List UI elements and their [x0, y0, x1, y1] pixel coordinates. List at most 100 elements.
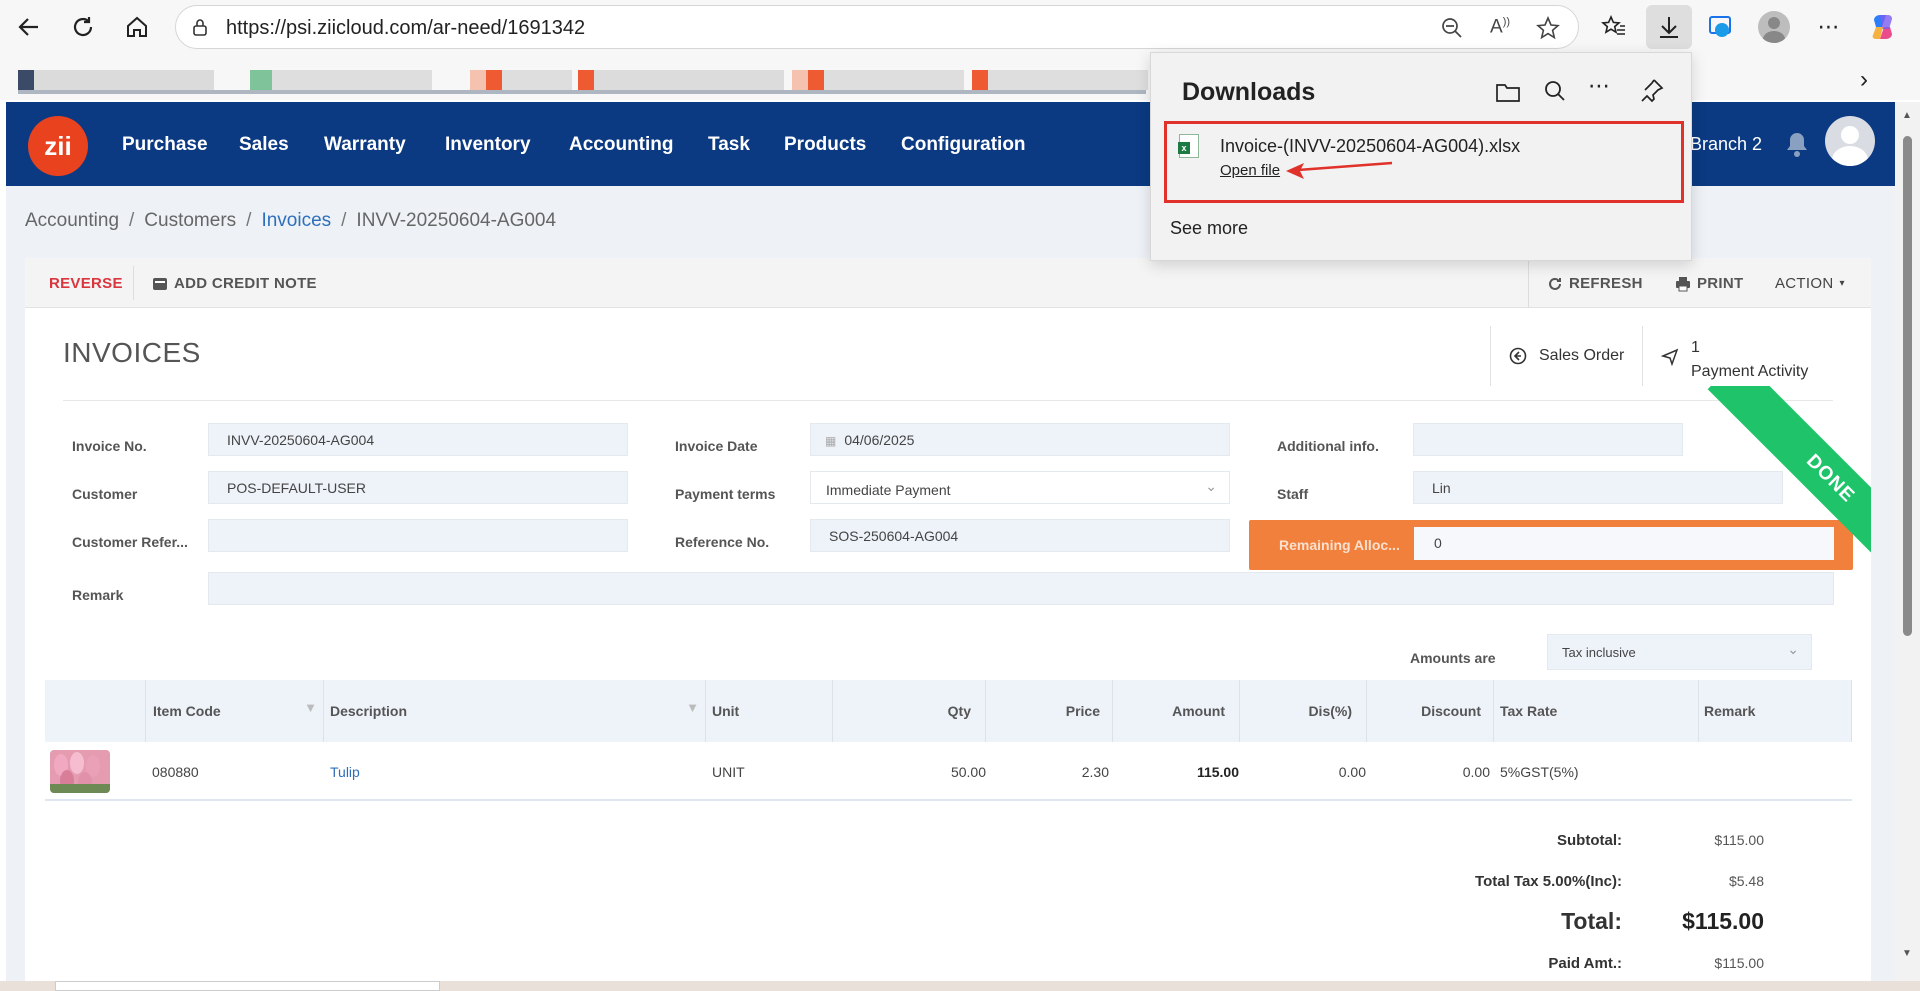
profile-avatar-icon	[1758, 11, 1790, 43]
cell-item-code: 080880	[152, 764, 199, 780]
remark-field[interactable]	[208, 572, 1834, 605]
reference-no-field[interactable]: SOS-250604-AG004	[810, 519, 1230, 552]
address-bar[interactable]: https://psi.ziicloud.com/ar-need/1691342…	[175, 5, 1579, 49]
search-icon[interactable]	[1543, 79, 1567, 103]
excel-file-icon: x	[1178, 134, 1199, 158]
user-avatar[interactable]	[1825, 116, 1875, 166]
cell-discount: 0.00	[1462, 764, 1490, 780]
table-header-discount[interactable]: Discount	[1367, 680, 1494, 742]
table-header-remark[interactable]: Remark	[1699, 680, 1852, 742]
pin-icon[interactable]	[1640, 78, 1664, 104]
downloads-title: Downloads	[1182, 78, 1316, 106]
zoom-out-icon[interactable]	[1441, 17, 1463, 39]
reload-button[interactable]	[64, 8, 102, 46]
additional-info-field[interactable]	[1413, 423, 1683, 456]
paid-amount-value: $115.00	[1714, 955, 1764, 971]
browser-essentials-button[interactable]	[1702, 8, 1740, 46]
breadcrumb-customers[interactable]: Customers	[144, 210, 236, 231]
table-row[interactable]: 080880 Tulip UNIT 50.00 2.30 115.00 0.00…	[45, 742, 1852, 801]
table-header-amount[interactable]: Amount	[1113, 680, 1240, 742]
action-label: ACTION	[1775, 275, 1834, 292]
subtotal-label: Subtotal:	[1557, 832, 1622, 849]
profile-button[interactable]	[1755, 8, 1793, 46]
nav-configuration[interactable]: Configuration	[901, 134, 1026, 156]
action-dropdown[interactable]: ACTION ▾	[1775, 275, 1845, 292]
download-item[interactable]: x Invoice-(INVV-20250604-AG004).xlsx Ope…	[1164, 121, 1684, 203]
app-logo[interactable]: zii	[28, 116, 88, 176]
status-ribbon: DONE	[1660, 386, 1871, 572]
branch-selector[interactable]: rBranch 2	[1684, 134, 1762, 155]
bell-icon[interactable]	[1784, 130, 1810, 158]
table-header-price[interactable]: Price	[986, 680, 1113, 742]
downloads-button[interactable]	[1646, 5, 1692, 49]
back-button[interactable]	[10, 8, 48, 46]
payment-terms-select[interactable]: Immediate Payment ⌄	[810, 471, 1230, 504]
nav-inventory[interactable]: Inventory	[445, 134, 531, 156]
open-file-link[interactable]: Open file	[1220, 162, 1280, 179]
customer-field[interactable]: POS-DEFAULT-USER	[208, 471, 628, 504]
nav-products[interactable]: Products	[784, 134, 866, 156]
amounts-are-select[interactable]: Tax inclusive ⌄	[1547, 634, 1812, 670]
page-scrollbar[interactable]: ▲ ▼	[1895, 102, 1920, 981]
refresh-button[interactable]: REFRESH	[1547, 275, 1643, 292]
table-header-item-code[interactable]: Item Code ▼	[146, 680, 324, 742]
customer-ref-field[interactable]	[208, 519, 628, 552]
nav-warranty[interactable]: Warranty	[324, 134, 406, 156]
paper-plane-icon	[1661, 348, 1679, 366]
invoice-date-value: 04/06/2025	[844, 432, 915, 448]
cell-tax-rate: 5%GST(5%)	[1500, 764, 1579, 780]
favorites-button[interactable]	[1595, 8, 1633, 46]
filter-icon[interactable]: ▼	[686, 700, 699, 715]
favorites-star-list-icon	[1601, 15, 1625, 35]
scroll-up-icon[interactable]: ▲	[1902, 110, 1912, 121]
taskbar-strip	[0, 981, 1920, 991]
calendar-icon: ▦	[825, 434, 837, 448]
favorite-star-icon[interactable]	[1536, 16, 1560, 40]
scroll-down-icon[interactable]: ▼	[1902, 948, 1912, 959]
table-header-unit[interactable]: Unit	[706, 680, 833, 742]
see-more-link[interactable]: See more	[1170, 218, 1248, 239]
table-header-dis-pct[interactable]: Dis(%)	[1240, 680, 1367, 742]
reverse-button[interactable]: REVERSE	[49, 275, 123, 292]
breadcrumb-accounting[interactable]: Accounting	[25, 210, 119, 231]
remaining-alloc-label: Remaining Alloc...	[1279, 537, 1400, 553]
nav-task[interactable]: Task	[708, 134, 750, 156]
staff-label: Staff	[1277, 486, 1309, 502]
customer-label: Customer	[72, 486, 138, 502]
nav-purchase[interactable]: Purchase	[122, 134, 208, 156]
cell-description-link[interactable]: Tulip	[330, 764, 360, 780]
cell-amount: 115.00	[1196, 764, 1239, 780]
nav-accounting[interactable]: Accounting	[569, 134, 674, 156]
table-header-qty[interactable]: Qty	[833, 680, 986, 742]
status-done-badge: DONE	[1707, 386, 1871, 572]
cell-price: 2.30	[1081, 764, 1109, 780]
table-header-description[interactable]: Description ▼	[324, 680, 706, 742]
copilot-button[interactable]	[1864, 8, 1902, 46]
invoice-no-field[interactable]: INVV-20250604-AG004	[208, 423, 628, 456]
payment-activity-button[interactable]: 1 Payment Activity	[1642, 326, 1842, 386]
table-header-tax-rate[interactable]: Tax Rate	[1494, 680, 1699, 742]
home-button[interactable]	[118, 8, 156, 46]
back-arrow-icon	[18, 18, 38, 36]
invoice-date-field[interactable]: ▦ 04/06/2025	[810, 423, 1230, 456]
print-button[interactable]: PRINT	[1675, 275, 1744, 292]
read-aloud-icon[interactable]: A))	[1490, 16, 1510, 38]
open-folder-icon[interactable]	[1495, 80, 1521, 104]
sales-order-button[interactable]: Sales Order	[1490, 326, 1642, 386]
more-menu-button[interactable]: ⋯	[1810, 8, 1848, 46]
invoice-date-label: Invoice Date	[675, 438, 758, 454]
chevron-right-icon[interactable]: ›	[1860, 66, 1868, 94]
filter-icon[interactable]: ▼	[304, 700, 317, 715]
cell-unit: UNIT	[712, 764, 745, 780]
reference-no-label: Reference No.	[675, 534, 770, 550]
customer-ref-label: Customer Refer...	[72, 534, 188, 550]
reload-icon	[73, 17, 93, 37]
refresh-icon	[1549, 277, 1561, 290]
payment-activity-label: Payment Activity	[1691, 363, 1809, 380]
more-options-icon[interactable]: ⋯	[1588, 73, 1610, 99]
add-credit-note-label: ADD CREDIT NOTE	[174, 275, 317, 292]
breadcrumb-invoices[interactable]: Invoices	[261, 210, 331, 231]
add-credit-note-button[interactable]: ADD CREDIT NOTE	[152, 275, 317, 292]
nav-sales[interactable]: Sales	[239, 134, 289, 156]
scrollbar-thumb[interactable]	[1903, 136, 1912, 636]
